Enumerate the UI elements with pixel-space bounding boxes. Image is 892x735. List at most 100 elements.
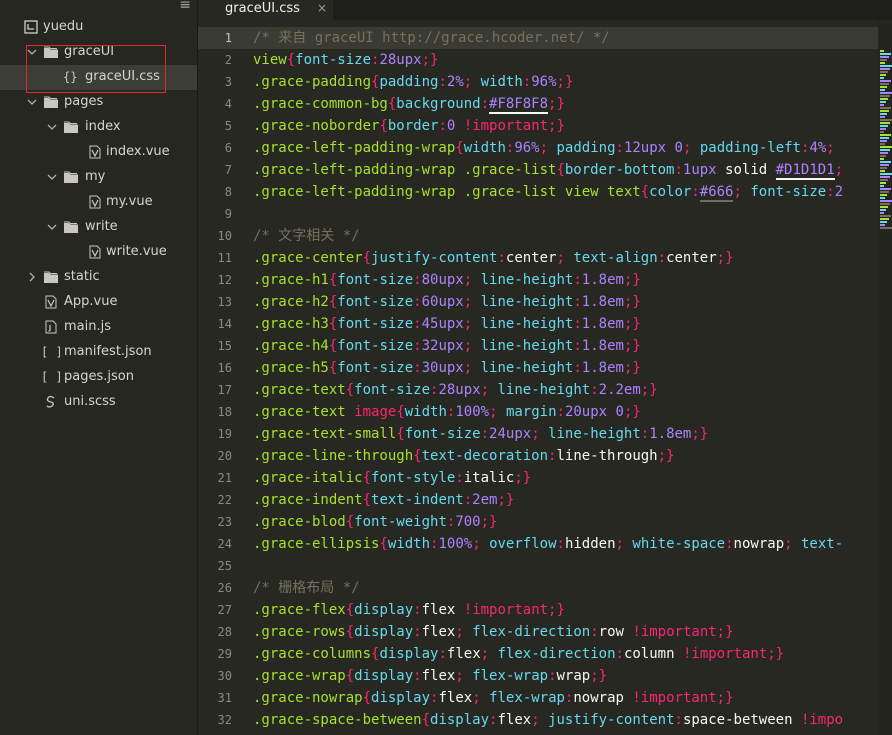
- code-token: 4%: [809, 140, 827, 156]
- tree-item-index-vue[interactable]: index.vue: [0, 140, 197, 165]
- chevron-down-icon[interactable]: [47, 121, 57, 133]
- code-token: ;: [463, 272, 473, 288]
- code-token: :: [455, 470, 464, 486]
- code-token: :: [413, 338, 422, 354]
- code-line[interactable]: .grace-ellipsis{width:100%; overflow:hid…: [253, 533, 843, 555]
- tree-item-app-vue[interactable]: App.vue: [0, 290, 197, 315]
- code-token: {: [345, 514, 355, 530]
- tree-item-uni-scss[interactable]: uni.scss: [0, 390, 197, 415]
- line-number: 30: [217, 669, 232, 683]
- code-token: line-height: [480, 294, 574, 310]
- code-line[interactable]: .grace-h2{font-size:60upx; line-height:1…: [253, 291, 641, 313]
- code-line[interactable]: .grace-space-between{display: flex; justi…: [253, 709, 843, 731]
- tree-item-yuedu[interactable]: yuedu: [0, 15, 197, 40]
- tree-item-manifest-json[interactable]: [ ] manifest.json: [0, 340, 197, 365]
- minimap-line: [880, 80, 891, 82]
- code-token: text-align: [573, 250, 658, 266]
- code-line[interactable]: .grace-nowrap{display:flex; flex-wrap:no…: [253, 687, 734, 709]
- minimap-line: [880, 122, 890, 124]
- code-token: padding: [556, 140, 616, 156]
- code-token: ;}: [640, 382, 658, 398]
- code-line[interactable]: .grace-rows{display:flex; flex-direction…: [253, 621, 734, 643]
- tab-graceui-css[interactable]: graceUI.css ×: [198, 0, 333, 20]
- chevron-down-icon[interactable]: [27, 96, 37, 108]
- code-token: .grace-indent: [253, 492, 363, 508]
- code-line[interactable]: .grace-center{justify-content:center; te…: [253, 247, 734, 269]
- line-number: 20: [217, 449, 232, 463]
- tree-item-write[interactable]: write: [0, 215, 197, 240]
- minimap-line: [880, 95, 890, 97]
- tree-item-my[interactable]: my: [0, 165, 197, 190]
- tree-item-write-vue[interactable]: write.vue: [0, 240, 197, 265]
- code-line[interactable]: .grace-h3{font-size:45upx; line-height:1…: [253, 313, 641, 335]
- code-line[interactable]: .grace-indent{text-indent:2em;}: [253, 489, 514, 511]
- code-line[interactable]: .grace-wrap{display:flex; flex-wrap:wrap…: [253, 665, 607, 687]
- tree-item-my-vue[interactable]: my.vue: [0, 190, 197, 215]
- code-line[interactable]: .grace-line-through{text-decoration:line…: [253, 445, 674, 467]
- code-token: ;: [472, 536, 481, 552]
- code-line[interactable]: .grace-blod{font-weight:700;}: [253, 511, 497, 533]
- code-line[interactable]: .grace-padding{padding:2%; width:96%;}: [253, 71, 573, 93]
- close-icon[interactable]: ×: [317, 1, 327, 15]
- code-line[interactable]: .grace-noborder{border:0 !important;}: [253, 115, 565, 137]
- code-token: :: [573, 316, 582, 332]
- project-explorer: ≡ yuedu graceUI {} graceUI.css pages index ind…: [0, 0, 198, 735]
- code-token: :: [691, 184, 700, 200]
- code-token: :: [438, 646, 447, 662]
- code-token: 24upx: [489, 426, 532, 442]
- code-token: 28upx: [438, 382, 481, 398]
- tree-item-main-js[interactable]: main.js: [0, 315, 197, 340]
- tree-item-index[interactable]: index: [0, 115, 197, 140]
- code-line[interactable]: /* 栅格布局 */: [253, 577, 360, 599]
- code-line[interactable]: .grace-text{font-size: 28upx; line-height…: [253, 379, 658, 401]
- code-token: {: [362, 690, 372, 706]
- code-token: font-size: [295, 52, 372, 68]
- line-number: 19: [217, 427, 232, 441]
- vue-file-icon: [89, 145, 101, 159]
- tree-item-graceui-css[interactable]: {} graceUI.css: [0, 65, 197, 90]
- code-token: !important;}: [632, 624, 734, 640]
- code-line[interactable]: .grace-common-bg{background:#F8F8F8;}: [253, 93, 565, 115]
- code-line[interactable]: .grace-left-padding-wrap{width: 96%; padd…: [253, 137, 835, 159]
- minimap-line: [880, 101, 886, 103]
- code-line[interactable]: .grace-text-small{font-size:24upx; line-…: [253, 423, 708, 445]
- code-token: 96%: [514, 140, 540, 156]
- tree-item-pages[interactable]: pages: [0, 90, 197, 115]
- code-token: .grace-columns: [253, 646, 372, 662]
- chevron-right-icon[interactable]: [27, 271, 37, 283]
- code-line[interactable]: /* 来自 graceUI http://grace.hcoder.net/ *…: [253, 27, 610, 49]
- minimap-line: [880, 158, 884, 160]
- code-line[interactable]: .grace-h1{font-size:80upx; line-height:1…: [253, 269, 641, 291]
- code-token: padding: [379, 74, 439, 90]
- chevron-down-icon[interactable]: [27, 46, 37, 58]
- code-line[interactable]: .grace-text image{width:100%; margin:20u…: [253, 401, 641, 423]
- comment-token: /* 栅格布局 */: [253, 580, 360, 596]
- tree-item-graceui[interactable]: graceUI: [0, 40, 197, 65]
- tree-item-label: my.vue: [106, 194, 153, 209]
- code-token: .grace-blod: [253, 514, 346, 530]
- code-line[interactable]: .grace-flex{display:flex !important;}: [253, 599, 565, 621]
- code-token: ;}: [421, 52, 439, 68]
- code-token: ;: [472, 690, 481, 706]
- code-token: 1upx: [682, 162, 717, 178]
- code-editor[interactable]: 1 2 3 4 5 6 7 8 9 10 11 12 13 14 15 16 17 18 19 20 21 22 23 24 2…: [198, 25, 878, 735]
- menu-icon[interactable]: ≡: [179, 0, 191, 12]
- code-token: width: [404, 404, 447, 420]
- tree-item-static[interactable]: static: [0, 265, 197, 290]
- code-line[interactable]: .grace-left-padding-wrap .grace-list{bor…: [253, 159, 843, 181]
- folder-icon: [64, 121, 78, 133]
- code-line[interactable]: .grace-left-padding-wrap .grace-list vie…: [253, 181, 843, 203]
- code-line[interactable]: .grace-h5{font-size:30upx; line-height:1…: [253, 357, 641, 379]
- code-line[interactable]: .grace-columns{display:flex; flex-direct…: [253, 643, 784, 665]
- chevron-down-icon[interactable]: [47, 171, 57, 183]
- minimap[interactable]: [878, 20, 892, 735]
- code-line[interactable]: .grace-h4{font-size:32upx; line-height:1…: [253, 335, 641, 357]
- code-line[interactable]: .grace-italic{font-style:italic;}: [253, 467, 531, 489]
- tree-item-pages-json[interactable]: [ ] pages.json: [0, 365, 197, 390]
- code-line[interactable]: view{font-size:28upx;}: [253, 49, 438, 71]
- chevron-down-icon[interactable]: [47, 221, 57, 233]
- code-line[interactable]: /* 文字相关 */: [253, 225, 360, 247]
